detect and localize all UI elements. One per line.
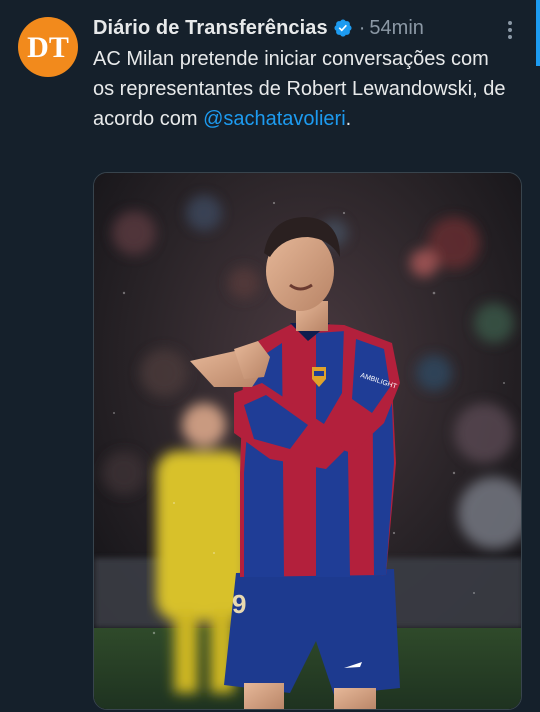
scroll-indicator bbox=[536, 0, 540, 66]
svg-text:9: 9 bbox=[232, 589, 246, 619]
tweet-text-end: . bbox=[345, 108, 352, 130]
tweet-photo[interactable]: 9 AMBILIGHT bbox=[93, 172, 522, 710]
player-photo-illustration: 9 AMBILIGHT bbox=[94, 173, 521, 709]
avatar[interactable]: DT bbox=[18, 17, 78, 77]
tweet-header: Diário de Transferências · 54min bbox=[93, 14, 500, 42]
separator-dot: · bbox=[358, 16, 366, 39]
logo-icon: DT bbox=[27, 31, 69, 64]
timestamp[interactable]: 54min bbox=[369, 17, 423, 40]
svg-text:DT: DT bbox=[27, 31, 69, 64]
tweet-text: AC Milan pretende iniciar conversações c… bbox=[93, 44, 513, 134]
mention-link[interactable]: @sachatavolieri bbox=[203, 108, 346, 130]
display-name[interactable]: Diário de Transferências bbox=[93, 17, 328, 40]
verified-badge-icon[interactable] bbox=[333, 18, 353, 38]
tweet[interactable]: DT Diário de Transferências · 54min AC M… bbox=[0, 0, 540, 712]
more-vertical-icon[interactable] bbox=[500, 18, 520, 42]
